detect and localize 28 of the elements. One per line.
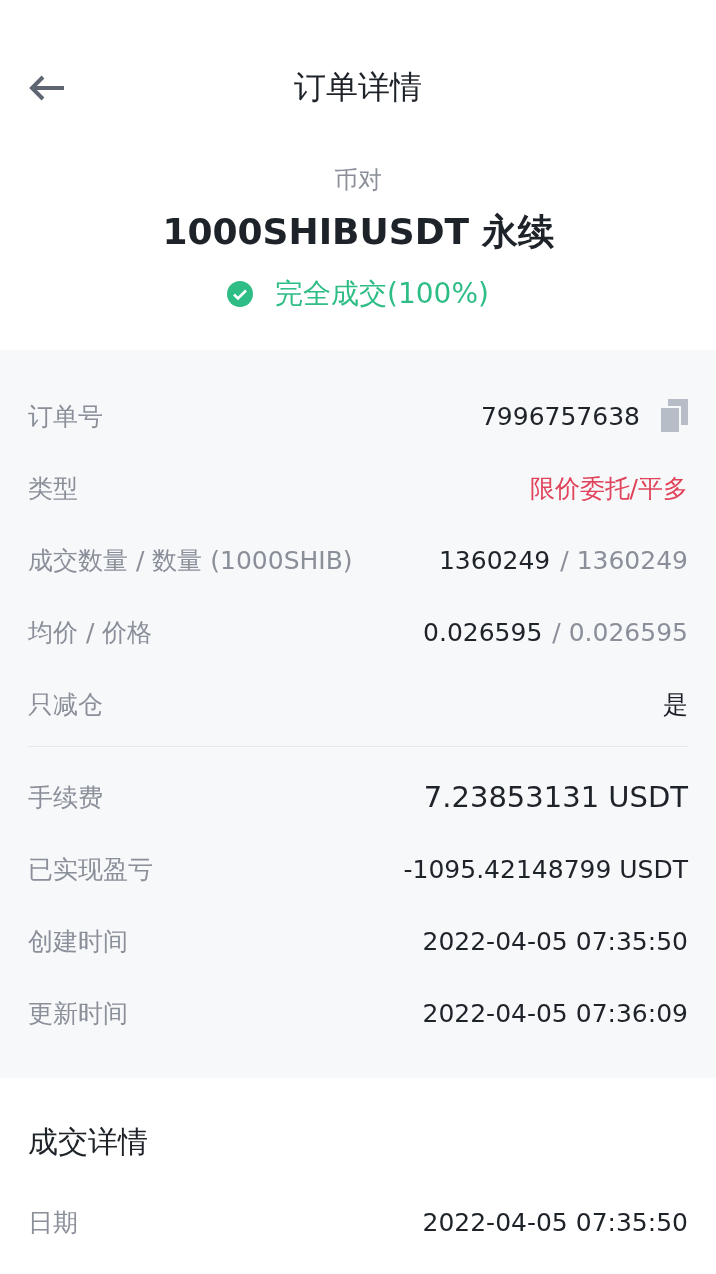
row-label: 均价 / 价格 [28,616,153,649]
row-label: 创建时间 [28,925,128,958]
order-type: 限价委托/平多 [529,472,688,505]
row-value: 7.23853131 USDT [423,780,688,814]
order-status: 完全成交(100%) [275,276,489,312]
order-number: 7996757638 [480,401,640,431]
row-value: -1095.42148799 USDT [403,854,688,884]
row-value: 是 [663,688,688,721]
row-label: 日期 [28,1206,78,1239]
row-label: 只减仓 [28,688,103,721]
row-value: 2022-04-05 07:35:50 [422,926,688,956]
row-secondary-value: / 1360249 [560,545,688,575]
row-label: 手续费 [28,781,103,814]
pair-symbol: 1000SHIBUSDT 永续 [162,210,554,254]
row-secondary-value: / 0.026595 [552,617,688,647]
back-arrow-icon[interactable] [28,74,66,102]
row-label: 类型 [28,472,78,505]
row-label: 已实现盈亏 [28,853,153,886]
row-label: 成交数量 / 数量 (1000SHIB) [28,544,353,577]
row-label: 更新时间 [28,997,128,1030]
row-value: 0.026595 [423,617,543,647]
page-title: 订单详情 [294,67,422,108]
pair-label: 币对 [334,165,382,196]
row-value: 1360249 [438,545,551,575]
row-label: 订单号 [28,400,103,433]
section-title: 成交详情 [28,1123,149,1161]
row-value: 2022-04-05 07:36:09 [422,998,688,1028]
row-value: 2022-04-05 07:35:50 [422,1207,688,1237]
